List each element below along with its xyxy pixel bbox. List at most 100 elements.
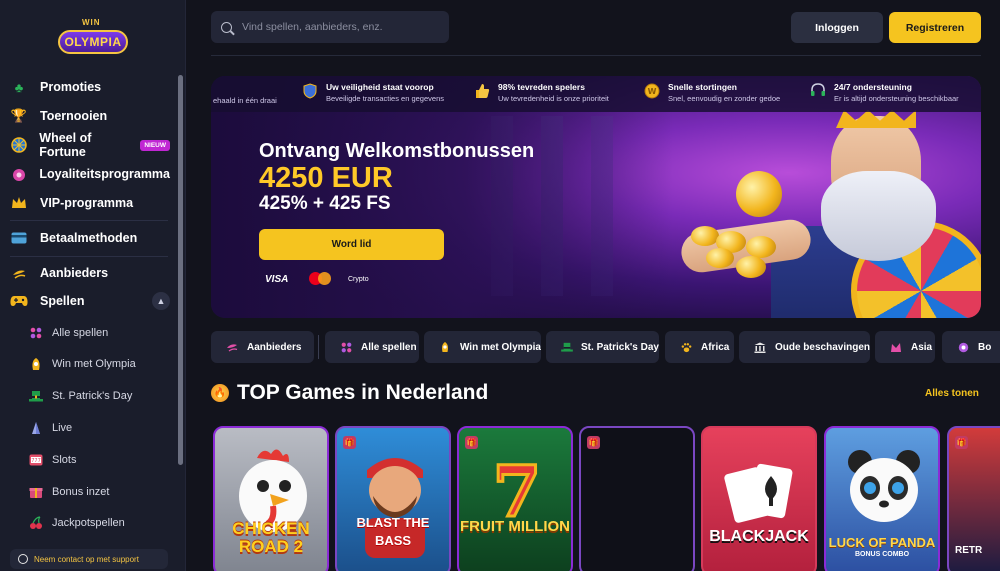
site-logo[interactable]: WIN OLYMPIA xyxy=(58,18,128,58)
crown-icon xyxy=(10,194,28,212)
sidebar-item-spellen[interactable]: Spellen ▲ xyxy=(10,288,170,314)
chip-st-patricks-day[interactable]: St. Patrick's Day xyxy=(546,331,659,363)
gold-coin xyxy=(691,226,719,246)
sidebar-item-toernooien[interactable]: 🏆 Toernooien xyxy=(10,103,170,129)
trust-subtitle: Er is altijd ondersteuning beschikbaar xyxy=(834,94,959,103)
headset-icon xyxy=(18,554,28,564)
chip-label: Aanbieders xyxy=(247,341,302,353)
search-input[interactable] xyxy=(242,21,442,33)
search-bar[interactable] xyxy=(211,11,449,43)
sidebar-subitem-label: St. Patrick's Day xyxy=(52,390,133,402)
visa-logo: VISA xyxy=(265,274,289,285)
bonus-icon xyxy=(28,484,44,500)
trust-item: 98% tevreden spelers Uw tevredenheid is o… xyxy=(473,82,609,103)
trophy-icon: 🏆 xyxy=(10,108,28,123)
sidebar-subitem-win-met-olympia[interactable]: Win met Olympia xyxy=(28,352,178,376)
banner-subtitle: 425% + 425 FS xyxy=(259,193,391,214)
card-icon xyxy=(10,229,28,247)
section-title-text: TOP Games in Nederland xyxy=(237,381,489,404)
gold-coin xyxy=(736,256,766,278)
game-title: CHICKEN ROAD 2 xyxy=(232,519,310,556)
svg-text:777: 777 xyxy=(31,458,41,464)
chip-aanbieders[interactable]: Aanbieders xyxy=(211,331,314,363)
chip-divider xyxy=(318,335,319,359)
slots-icon: 777 xyxy=(28,452,44,468)
login-button[interactable]: Inloggen xyxy=(791,12,883,43)
sidebar-item-label: Wheel of Fortune xyxy=(39,131,92,159)
game-card-blackjack[interactable]: BLACKJACK xyxy=(701,426,817,571)
game-card-chicken-road-2[interactable]: CHICKEN ROAD 2 xyxy=(213,426,329,571)
trust-title: Snelle stortingen xyxy=(668,82,737,92)
gamepad-icon xyxy=(10,292,28,310)
gift-icon: 🎁 xyxy=(587,436,600,449)
sidebar-subitem-alle-spellen[interactable]: Alle spellen xyxy=(28,321,178,345)
thumbs-up-icon xyxy=(473,82,491,100)
gold-coin xyxy=(736,171,782,217)
sidebar-subitem-jackpotspellen[interactable]: Jackpotspellen xyxy=(28,511,178,535)
sidebar-subitem-live[interactable]: Live xyxy=(28,416,178,440)
providers-icon xyxy=(10,264,28,282)
banner-title: Ontvang Welkomstbonussen xyxy=(259,140,535,162)
show-all-link[interactable]: Alles tonen xyxy=(925,388,979,399)
sidebar-subitem-slots[interactable]: 777 Slots xyxy=(28,448,178,472)
game-card-blast-the-bass[interactable]: 🎁 BLAST THE BASS xyxy=(335,426,451,571)
contact-support-button[interactable]: Neem contact op met support xyxy=(10,549,168,569)
sidebar-item-label: Toernooien xyxy=(40,109,108,123)
sidebar-subitem-label: Alle spellen xyxy=(52,327,109,339)
sidebar-item-betaalmethoden[interactable]: Betaalmethoden xyxy=(10,225,170,251)
sidebar-subitem-st-patricks-day[interactable]: St. Patrick's Day xyxy=(28,384,178,408)
sidebar-item-label: Promoties xyxy=(40,80,102,94)
chip-label: St. Patrick's Day xyxy=(581,341,659,353)
mastercard-logo xyxy=(309,272,331,286)
game-card-fruit-million[interactable]: 🎁 7 FRUIT MILLION xyxy=(457,426,573,571)
leprechaun-hat-icon xyxy=(560,340,573,354)
zeus-crown xyxy=(836,110,916,128)
banner-amount: 4250 EUR xyxy=(259,162,393,194)
sidebar-divider xyxy=(10,256,168,257)
olympia-icon xyxy=(438,340,452,354)
category-chips: Aanbieders Alle spellen Win met Olympia … xyxy=(211,331,1000,363)
coin-icon: W xyxy=(643,82,661,100)
chip-africa[interactable]: Africa xyxy=(665,331,734,363)
welcome-bonus-banner[interactable]: ehaald in één draai Uw veiligheid staat … xyxy=(211,76,981,318)
gold-coin xyxy=(746,236,776,258)
sidebar-divider xyxy=(10,220,168,221)
game-card-retro[interactable]: 🎁 RETR xyxy=(947,426,1000,571)
sidebar-item-promoties[interactable]: ♣ Promoties xyxy=(10,74,170,100)
sidebar-item-aanbieders[interactable]: Aanbieders xyxy=(10,260,170,286)
trust-title: Uw veiligheid staat voorop xyxy=(326,82,434,92)
chevron-up-icon[interactable]: ▲ xyxy=(152,292,170,310)
new-badge: NIEUW xyxy=(140,139,170,151)
join-button[interactable]: Word lid xyxy=(259,229,444,260)
game-title: BLAST THE BASS xyxy=(356,515,430,548)
loyalty-icon xyxy=(10,165,27,183)
shield-icon xyxy=(301,82,319,100)
sidebar: WIN OLYMPIA ♣ Promoties 🏆 Toernooien Whe… xyxy=(0,0,186,571)
chip-alle-spellen[interactable]: Alle spellen xyxy=(325,331,419,363)
sidebar-scrollbar[interactable] xyxy=(178,75,183,465)
sidebar-subitem-label: Bonus inzet xyxy=(52,486,110,498)
sidebar-item-label: Spellen xyxy=(40,294,85,308)
sidebar-item-vip-programma[interactable]: VIP-programma xyxy=(10,190,170,216)
crypto-logo: Crypto xyxy=(348,276,369,283)
chip-label: Bo xyxy=(978,341,992,353)
sidebar-item-loyaliteitsprogramma[interactable]: Loyaliteitsprogramma xyxy=(10,161,170,187)
trust-item: Uw veiligheid staat voorop Beveiligde tra… xyxy=(301,82,444,103)
gold-coin xyxy=(706,248,734,268)
sidebar-subitem-bonus-inzet[interactable]: Bonus inzet xyxy=(28,480,178,504)
support-label: Neem contact op met support xyxy=(34,554,139,564)
chip-asia[interactable]: Asia xyxy=(875,331,935,363)
game-title: FRUIT MILLION xyxy=(460,518,570,535)
asia-icon xyxy=(889,340,903,354)
sidebar-subitem-label: Live xyxy=(52,422,73,434)
chip-bonus[interactable]: Bo xyxy=(942,331,1000,363)
game-card-loading[interactable]: 🎁 xyxy=(579,426,695,571)
chip-oude-beschavingen[interactable]: Oude beschavingen xyxy=(739,331,870,363)
sidebar-item-label: Betaalmethoden xyxy=(40,231,138,245)
sidebar-item-wheel-of-fortune[interactable]: Wheel of Fortune NIEUW xyxy=(10,131,170,159)
register-button[interactable]: Registreren xyxy=(889,12,981,43)
game-card-luck-of-panda[interactable]: LUCK OF PANDA BONUS COMBO xyxy=(824,426,940,571)
chip-win-met-olympia[interactable]: Win met Olympia xyxy=(424,331,541,363)
gift-icon: 🎁 xyxy=(955,436,968,449)
trust-subtitle: Uw tevredenheid is onze prioriteit xyxy=(498,94,609,103)
